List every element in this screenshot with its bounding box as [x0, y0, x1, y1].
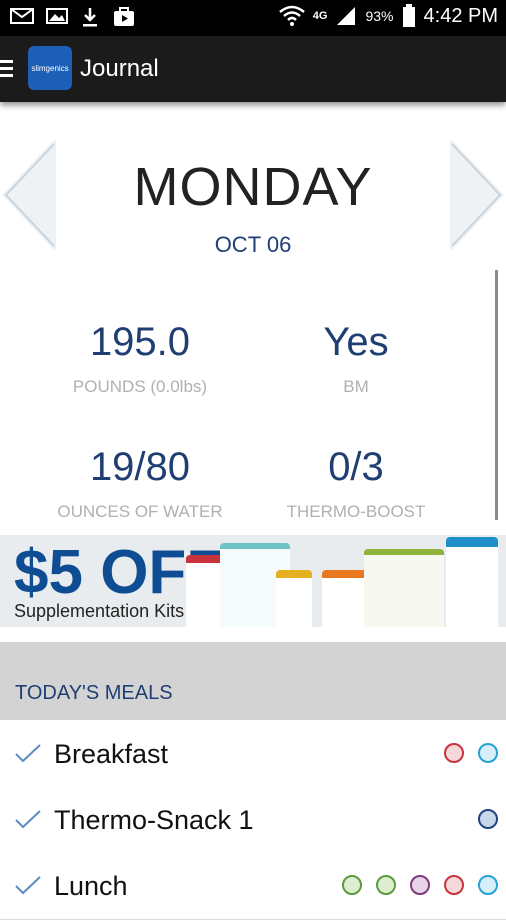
meal-status-dots	[444, 743, 498, 763]
clock: 4:42 PM	[423, 4, 498, 27]
check-icon	[15, 744, 41, 763]
promo-banner[interactable]: $5 OFF Supplementation Kits	[0, 535, 506, 627]
download-icon	[83, 8, 97, 27]
stat-bm[interactable]: Yes BM	[246, 320, 466, 397]
status-dot	[342, 875, 362, 895]
meal-status-dots	[478, 809, 498, 829]
status-bar: 4G 93% 4:42 PM	[0, 0, 506, 36]
day-name: MONDAY	[133, 157, 373, 217]
signal-icon	[337, 7, 356, 25]
image-icon	[46, 8, 68, 24]
banner-subtext: Supplementation Kits	[14, 601, 185, 621]
battery-icon	[402, 4, 415, 27]
check-icon	[15, 876, 41, 895]
wifi-icon	[278, 5, 305, 26]
meals-header-label: TODAY'S MEALS	[15, 682, 173, 704]
email-icon	[10, 8, 34, 24]
battery-percent: 93%	[365, 8, 394, 24]
stat-value: 0/3	[328, 445, 384, 489]
network-type: 4G	[312, 10, 328, 22]
app-bar: slimgenics Journal	[0, 36, 506, 102]
product-image	[446, 537, 498, 627]
stat-weight[interactable]: 195.0 POUNDS (0.0lbs)	[30, 320, 250, 397]
check-icon	[15, 810, 41, 829]
stat-value: 195.0	[89, 320, 191, 364]
meals-section-header: TODAY'S MEALS	[0, 642, 506, 720]
stat-label: OUNCES OF WATER	[57, 502, 223, 521]
status-dot	[376, 875, 396, 895]
meal-status-dots	[342, 875, 498, 895]
scrollbar[interactable]	[495, 270, 498, 520]
meal-row-breakfast[interactable]: Breakfast	[0, 721, 506, 788]
meal-name: Breakfast	[54, 739, 169, 769]
stat-label: POUNDS (0.0lbs)	[72, 377, 208, 396]
status-dot	[478, 743, 498, 763]
product-image	[364, 549, 444, 627]
menu-icon[interactable]	[0, 60, 13, 81]
meal-name: Lunch	[54, 871, 128, 901]
status-dot	[410, 875, 430, 895]
meal-row-lunch[interactable]: Lunch	[0, 853, 506, 920]
stat-water[interactable]: 19/80 OUNCES OF WATER	[30, 445, 250, 522]
next-day-arrow-icon[interactable]	[450, 140, 506, 250]
product-image	[322, 570, 368, 627]
stat-value: 19/80	[89, 445, 191, 489]
play-store-icon	[114, 7, 134, 26]
meal-name: Thermo-Snack 1	[54, 805, 254, 835]
stat-label: BM	[343, 377, 369, 396]
product-image	[276, 570, 312, 627]
status-dot	[478, 809, 498, 829]
status-dot	[444, 875, 464, 895]
status-dot	[478, 875, 498, 895]
page-title: Journal	[80, 55, 159, 82]
stat-value: Yes	[323, 320, 389, 364]
meal-row-thermo-snack-1[interactable]: Thermo-Snack 1	[0, 787, 506, 854]
stat-label: THERMO-BOOST	[286, 502, 426, 521]
status-dot	[444, 743, 464, 763]
stat-thermo-boost[interactable]: 0/3 THERMO-BOOST	[246, 445, 466, 522]
app-logo[interactable]: slimgenics	[28, 46, 72, 90]
date-selector: MONDAY OCT 06	[0, 140, 506, 257]
date-label: OCT 06	[214, 232, 292, 257]
